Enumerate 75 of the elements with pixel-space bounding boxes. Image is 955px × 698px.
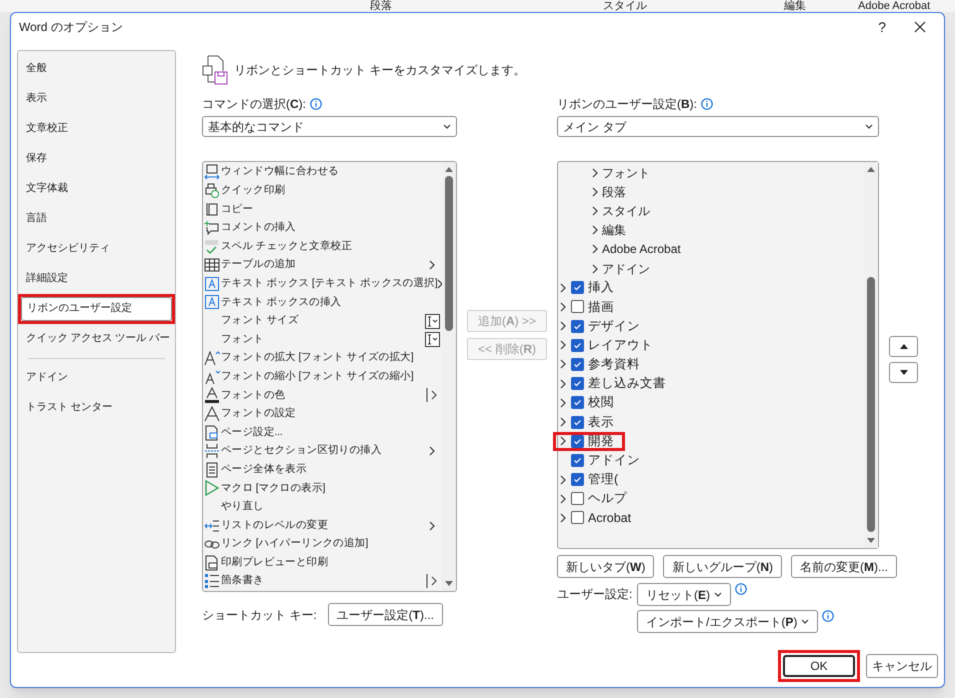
ribbon-group-label: 段落 — [369, 0, 393, 12]
command-item[interactable]: 印刷プレビューと印刷 — [204, 553, 442, 572]
tree-group-item[interactable]: スタイル — [558, 201, 864, 221]
sidebar-item[interactable]: 全般 — [21, 57, 172, 81]
command-item[interactable]: やり直し — [204, 498, 442, 516]
command-item[interactable]: 箇条書き — [204, 572, 442, 591]
tree-action-button[interactable]: 新しいグループ(N) — [663, 555, 782, 578]
command-item[interactable]: ページとセクション区切りの挿入 — [204, 442, 442, 460]
command-item[interactable]: ページ設定... — [204, 423, 442, 442]
shortcut-label: ショートカット キー: — [202, 606, 317, 624]
command-item[interactable]: テーブルの追加 — [204, 256, 442, 275]
import-export-button[interactable]: インポート/エクスポート(P) — [637, 610, 818, 633]
tree-group-item[interactable]: アドイン — [558, 258, 864, 278]
command-item[interactable]: ページ全体を表示 — [204, 460, 442, 480]
tab-item[interactable]: 管理( — [588, 470, 618, 489]
tab-item[interactable]: 挿入 — [588, 278, 614, 298]
tree-group-item[interactable]: Adobe Acrobat — [558, 240, 864, 259]
commands-select[interactable]: 基本的なコマンド — [202, 116, 457, 137]
command-item[interactable]: フォントの色 — [204, 386, 442, 405]
command-item[interactable]: コピー — [204, 200, 442, 219]
command-item[interactable]: マクロ [マクロの表示] — [204, 479, 442, 498]
sidebar-item[interactable]: 文字体裁 — [21, 177, 172, 201]
sidebar-item[interactable]: アクセシビリティ — [21, 237, 172, 261]
sidebar-item[interactable]: アドイン — [21, 366, 172, 390]
tab-item[interactable]: 開発 — [588, 432, 614, 451]
command-item[interactable]: テキスト ボックス [テキスト ボックスの選択] — [204, 274, 442, 294]
tab-item[interactable]: 差し込み文書 — [588, 374, 666, 394]
command-item[interactable]: ウィンドウ幅に合わせる — [204, 163, 442, 182]
tab-item[interactable]: ヘルプ — [588, 489, 627, 508]
ribbon-select[interactable]: メイン タブ — [557, 116, 879, 137]
reset-button[interactable]: リセット(E) — [637, 583, 732, 606]
tab-item[interactable]: レイアウト — [588, 336, 653, 355]
sidebar-item[interactable]: 文章校正 — [21, 117, 172, 141]
sidebar-item[interactable]: トラスト センター — [21, 396, 172, 420]
tab-item[interactable]: 描画 — [588, 298, 614, 316]
tree-action-button[interactable]: 新しいタブ(W) — [557, 555, 654, 578]
command-item[interactable]: スペル チェックと文章校正 — [204, 237, 442, 256]
ribbon-group-label: スタイル — [602, 0, 648, 12]
tree-group-item[interactable]: 段落 — [558, 182, 864, 202]
customize-label: ユーザー設定: — [557, 586, 634, 603]
tree-group-item[interactable]: 編集 — [558, 220, 864, 240]
heading: リボンとショートカット キーをカスタマイズします。 — [234, 62, 526, 79]
shortcut-customize-button[interactable]: ユーザー設定(T)... — [328, 603, 444, 626]
tab-item[interactable]: Acrobat — [588, 508, 632, 528]
command-item[interactable]: クイック印刷 — [204, 182, 442, 200]
window-title: Word のオプション — [19, 19, 123, 36]
ok-button[interactable]: OK — [783, 655, 855, 677]
command-item[interactable]: フォント — [204, 330, 442, 349]
command-item[interactable]: フォント サイズ — [204, 312, 442, 330]
tab-item[interactable]: 表示 — [588, 412, 614, 432]
command-item[interactable]: フォントの縮小 [フォント サイズの縮小] — [204, 368, 442, 386]
tab-item[interactable]: アドイン — [588, 451, 640, 470]
ribbon-group-label: 編集 — [783, 0, 807, 12]
commands-label: コマンドの選択(C): — [202, 96, 306, 113]
sidebar-item[interactable]: 保存 — [21, 147, 172, 171]
command-item[interactable]: フォントの設定 — [204, 404, 442, 424]
sidebar-item[interactable]: 詳細設定 — [21, 267, 172, 291]
command-item[interactable]: リストのレベルの変更 — [204, 516, 442, 535]
sidebar-item[interactable]: 言語 — [21, 207, 172, 231]
tab-item[interactable]: デザイン — [588, 316, 640, 336]
tree-action-button[interactable]: 名前の変更(M)... — [791, 555, 897, 578]
tree-group-item[interactable]: フォント — [558, 163, 864, 182]
cancel-button[interactable]: キャンセル — [866, 654, 938, 678]
ribbon-group-label: Adobe Acrobat — [857, 0, 930, 12]
command-item[interactable]: コメントの挿入 — [204, 218, 442, 238]
tab-item[interactable]: 校閲 — [588, 393, 614, 412]
help-button[interactable]: ? — [878, 16, 886, 38]
command-item[interactable]: フォントの拡大 [フォント サイズの拡大] — [204, 348, 442, 368]
sidebar-item[interactable]: 表示 — [21, 87, 172, 111]
command-item[interactable]: リンク [ハイパーリンクの追加] — [204, 534, 442, 554]
tab-item[interactable]: 参考資料 — [588, 355, 640, 374]
command-item[interactable]: テキスト ボックスの挿入 — [204, 293, 442, 312]
ribbon-label: リボンのユーザー設定(B): — [557, 96, 698, 113]
sidebar-item[interactable]: クイック アクセス ツール バー — [21, 327, 172, 351]
sidebar-item[interactable]: リボンのユーザー設定 — [21, 297, 172, 321]
